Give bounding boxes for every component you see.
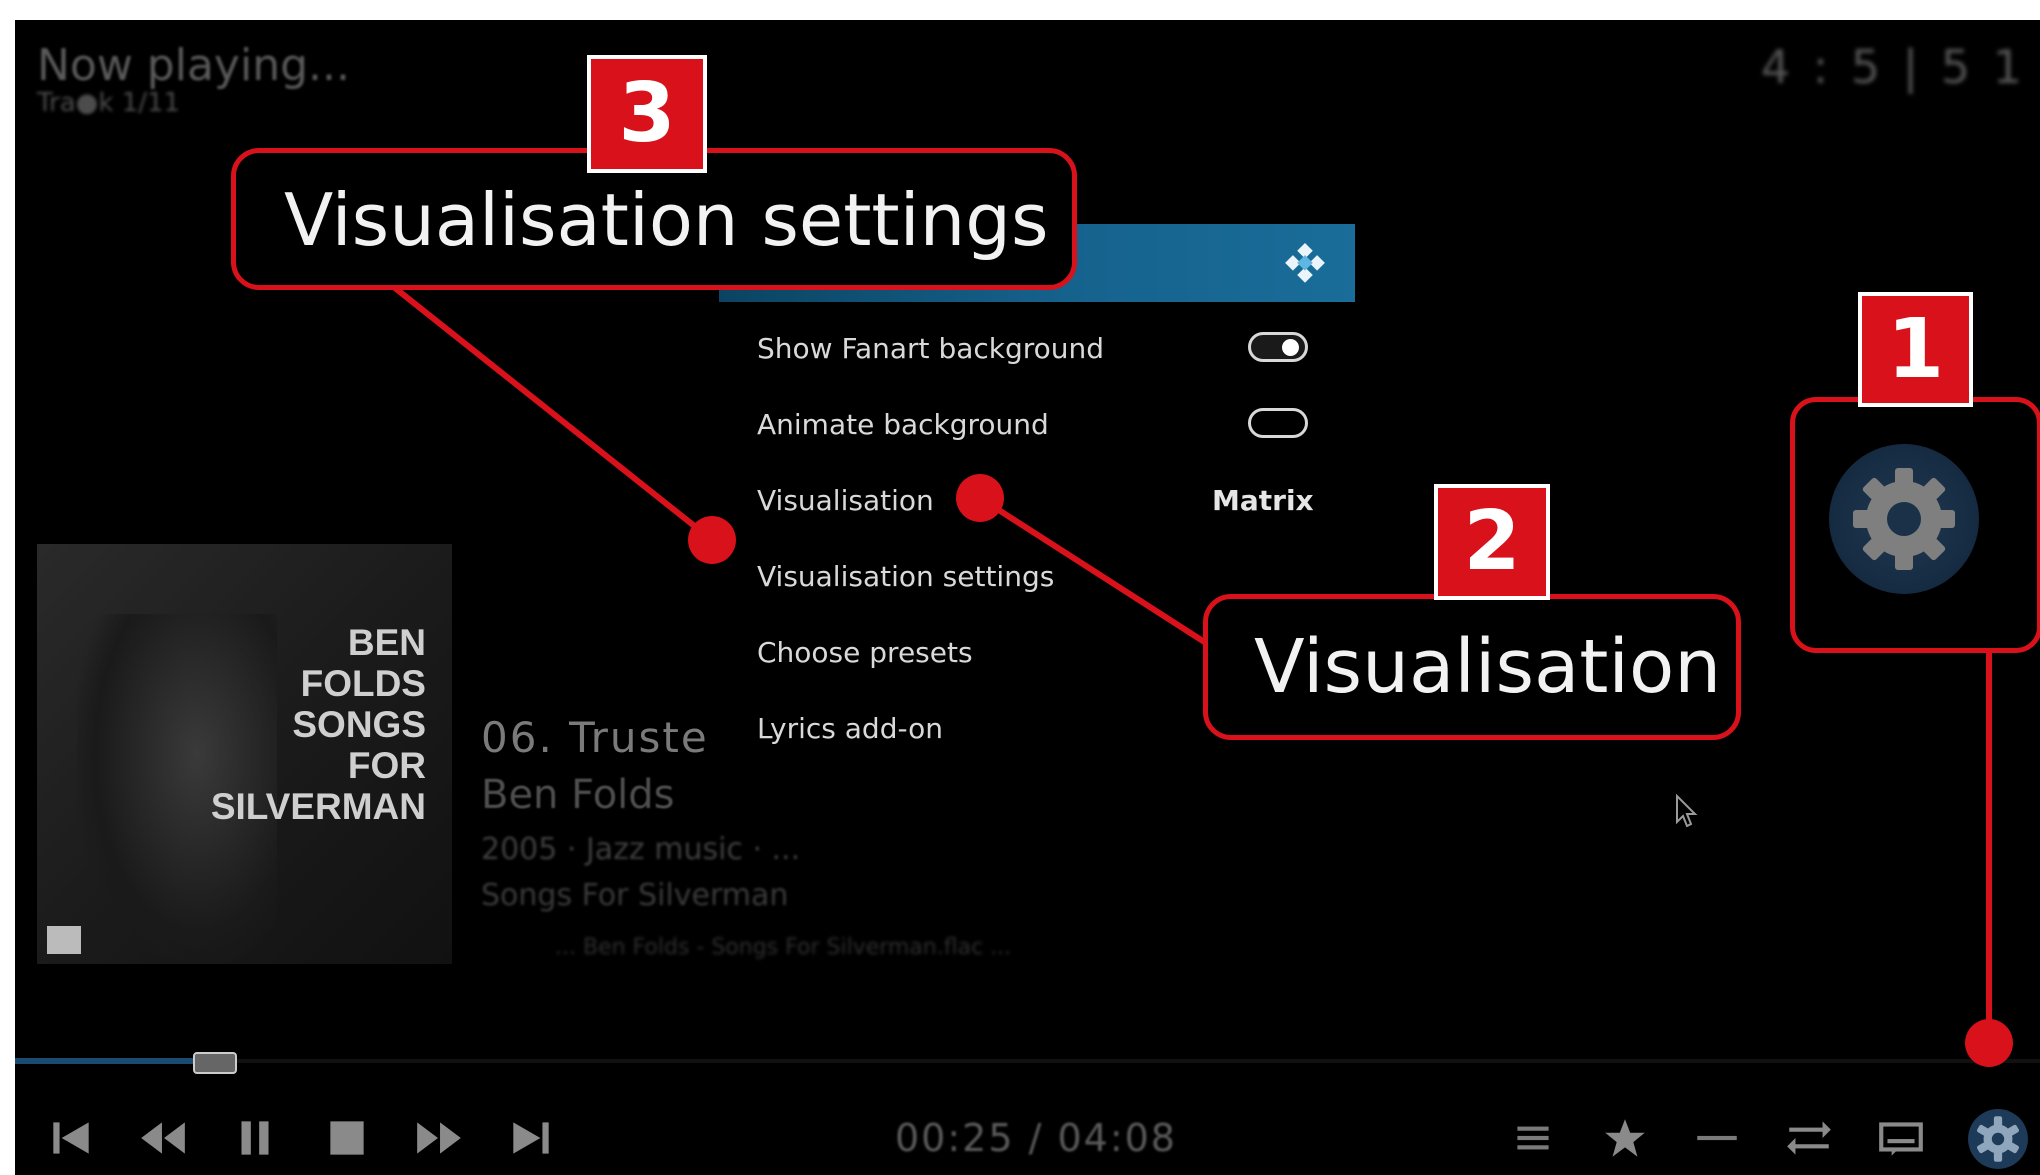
callout-2-box: Visualisation (1203, 594, 1741, 740)
option-visualisation-settings[interactable]: Visualisation settings (757, 560, 1054, 593)
option-show-fanart[interactable]: Show Fanart background (757, 332, 1104, 365)
toggle-knob (1282, 339, 1299, 356)
track-album: Songs For Silverman (481, 878, 789, 913)
option-animate-background[interactable]: Animate background (757, 408, 1049, 441)
toggle-animate-background[interactable] (1248, 408, 1308, 438)
option-label: Choose presets (757, 636, 973, 669)
callout-2-label: Visualisation (1254, 624, 1722, 710)
menu-icon (47, 926, 81, 954)
track-title: 06. Truste (481, 713, 709, 762)
stop-icon[interactable] (321, 1112, 373, 1164)
option-choose-presets[interactable]: Choose presets (757, 636, 973, 669)
connector-line-3 (393, 285, 714, 543)
kodi-logo-icon (1285, 243, 1325, 283)
progress-track[interactable] (15, 1059, 2040, 1063)
callout-3-number: 3 (587, 55, 707, 173)
connector-dot-3 (688, 516, 736, 564)
toggle-show-fanart[interactable] (1248, 332, 1308, 362)
option-label: Show Fanart background (757, 332, 1105, 365)
option-label: Visualisation (757, 484, 934, 517)
media-player-screen: Now playing... Tra●k 1/11 4 : 5 | 5 1 Sh… (15, 20, 2040, 1175)
page-title: Now playing... (37, 40, 350, 91)
star-icon[interactable] (1599, 1112, 1651, 1164)
progress-fill (15, 1058, 218, 1064)
cover-title: BEN FOLDS SONGS FOR SILVERMAN (210, 622, 426, 827)
track-path: ... Ben Folds - Songs For Silverman.flac… (555, 935, 1012, 960)
settings-gear-icon[interactable] (1967, 1108, 2029, 1170)
option-label: Lyrics add-on (757, 712, 943, 745)
connector-dot-2 (956, 474, 1004, 522)
option-lyrics-addon[interactable]: Lyrics add-on (757, 712, 943, 745)
subtitles-icon[interactable] (1875, 1112, 1927, 1164)
mouse-cursor-icon (1676, 794, 1698, 828)
repeat-icon[interactable] (1691, 1112, 1743, 1164)
callout-2-number: 2 (1434, 484, 1550, 600)
shuffle-icon[interactable] (1783, 1112, 1835, 1164)
callout-3-label: Visualisation settings (284, 178, 1049, 262)
skip-next-icon[interactable] (505, 1112, 557, 1164)
album-cover: BEN FOLDS SONGS FOR SILVERMAN (37, 544, 452, 964)
time-readout: 00:25 / 04:08 (895, 1116, 1177, 1160)
visualisation-value: Matrix (1212, 484, 1314, 517)
option-visualisation[interactable]: Visualisation (757, 484, 934, 517)
option-label: Visualisation settings (757, 560, 1055, 593)
rewind-icon[interactable] (137, 1112, 189, 1164)
seek-handle[interactable] (193, 1052, 237, 1074)
fast-forward-icon[interactable] (413, 1112, 465, 1164)
track-meta: 2005 · Jazz music · ... (481, 832, 801, 867)
callout-1-box (1790, 397, 2040, 653)
clock: 4 : 5 | 5 1 (1760, 40, 2026, 94)
skip-previous-icon[interactable] (45, 1112, 97, 1164)
option-label: Animate background (757, 408, 1049, 441)
callout-1-number: 1 (1858, 292, 1973, 407)
track-artist: Ben Folds (481, 772, 675, 818)
pause-icon[interactable] (229, 1112, 281, 1164)
playlist-icon[interactable] (1507, 1112, 1559, 1164)
page-subtitle: Tra●k 1/11 (37, 88, 181, 118)
